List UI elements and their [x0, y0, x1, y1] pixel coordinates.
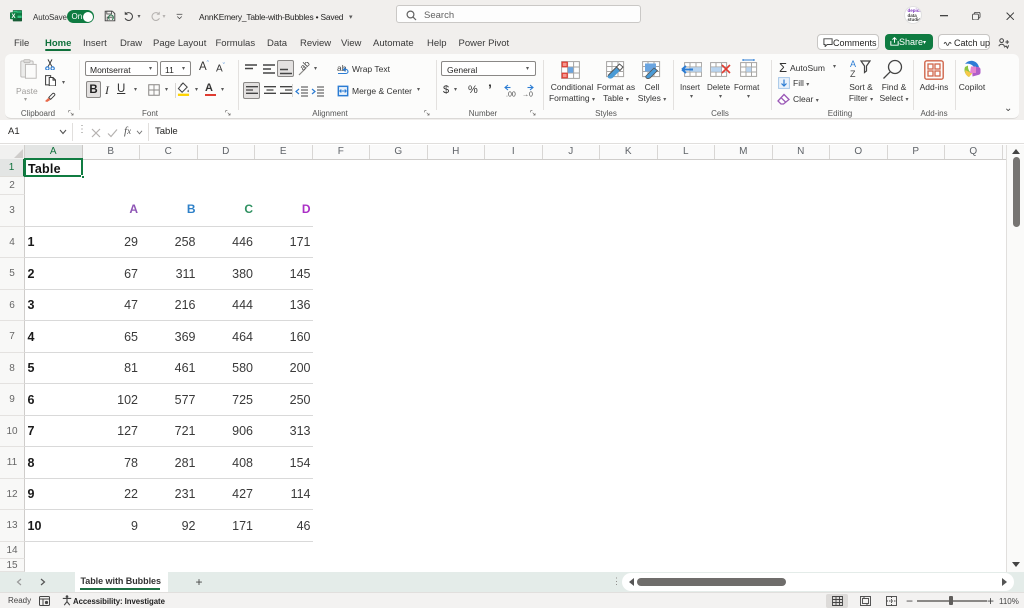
svg-text:→0: →0 [522, 92, 533, 98]
svg-text:.00: .00 [506, 92, 516, 98]
svg-text:ab: ab [298, 62, 312, 73]
svg-text:A: A [850, 59, 856, 69]
svg-text:Z: Z [850, 69, 856, 79]
svg-text:X: X [12, 14, 16, 20]
